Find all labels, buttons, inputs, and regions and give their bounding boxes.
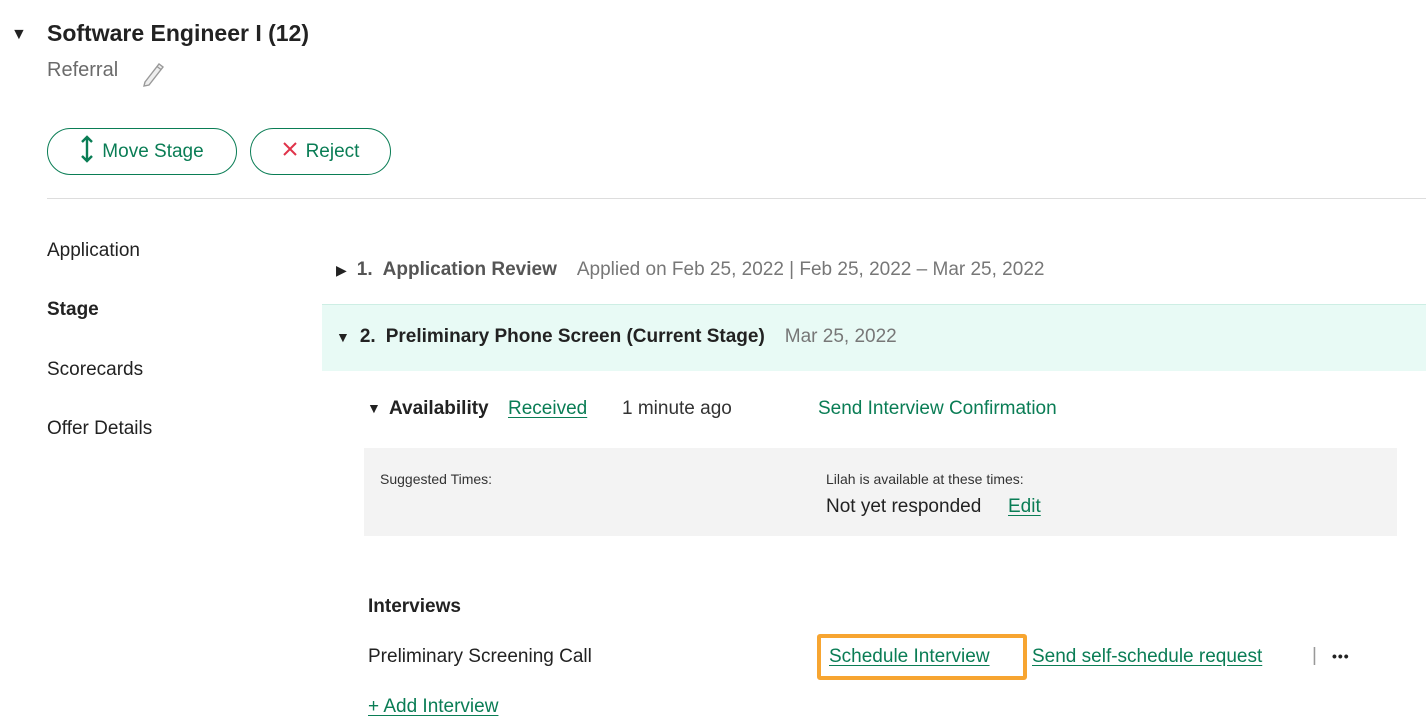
- availability-box: [364, 448, 1397, 536]
- interviews-heading: Interviews: [368, 596, 461, 617]
- stage-name: Application Review: [382, 259, 557, 280]
- send-self-schedule-request-link[interactable]: Send self-schedule request: [1032, 646, 1262, 668]
- move-stage-label: Move Stage: [102, 140, 204, 162]
- send-interview-confirmation-link[interactable]: Send Interview Confirmation: [818, 398, 1057, 420]
- sidebar-item-offer-details[interactable]: Offer Details: [47, 418, 152, 440]
- stage-number: 2.: [359, 326, 376, 347]
- source-label: Referral: [47, 59, 119, 81]
- more-options-icon[interactable]: •••: [1332, 648, 1350, 664]
- add-interview-link[interactable]: + Add Interview: [368, 696, 498, 718]
- sidebar-item-scorecards[interactable]: Scorecards: [47, 359, 143, 381]
- collapse-triangle-icon[interactable]: ▼: [367, 400, 381, 416]
- divider: [47, 198, 1426, 199]
- schedule-interview-link[interactable]: Schedule Interview: [829, 646, 990, 668]
- edit-availability-link[interactable]: Edit: [1008, 496, 1041, 518]
- suggested-times-label: Suggested Times:: [380, 471, 493, 487]
- job-title: Software Engineer I (12): [47, 20, 310, 46]
- vertical-arrows-icon: [80, 134, 94, 169]
- collapse-triangle-icon[interactable]: ▼: [11, 26, 27, 44]
- collapse-triangle-icon: ▼: [336, 329, 350, 345]
- stage-number: 1.: [356, 259, 373, 280]
- separator: |: [1312, 645, 1317, 666]
- sidebar-item-application[interactable]: Application: [47, 240, 140, 262]
- stage-meta: Applied on Feb 25, 2022 | Feb 25, 2022 –…: [576, 259, 1045, 280]
- stage-name: Preliminary Phone Screen (Current Stage): [385, 326, 765, 347]
- reject-label: Reject: [305, 140, 360, 162]
- interview-name: Preliminary Screening Call: [368, 646, 592, 667]
- stage-row-1[interactable]: ▶ 1. Application Review Applied on Feb 2…: [336, 259, 1044, 281]
- stage-meta: Mar 25, 2022: [784, 326, 897, 347]
- close-icon: [282, 141, 298, 163]
- stage-row-2[interactable]: ▼ 2. Preliminary Phone Screen (Current S…: [336, 326, 897, 348]
- sidebar-item-stage[interactable]: Stage: [47, 299, 99, 321]
- candidate-availability-value: Not yet responded: [826, 496, 982, 517]
- expand-triangle-icon: ▶: [336, 262, 347, 278]
- candidate-availability-label: Lilah is available at these times:: [826, 471, 1024, 487]
- move-stage-button[interactable]: Move Stage: [47, 128, 237, 175]
- availability-time: 1 minute ago: [622, 398, 732, 419]
- pencil-icon[interactable]: [139, 58, 167, 93]
- reject-button[interactable]: Reject: [250, 128, 391, 175]
- availability-label: Availability: [389, 398, 489, 419]
- availability-status-link[interactable]: Received: [508, 398, 587, 420]
